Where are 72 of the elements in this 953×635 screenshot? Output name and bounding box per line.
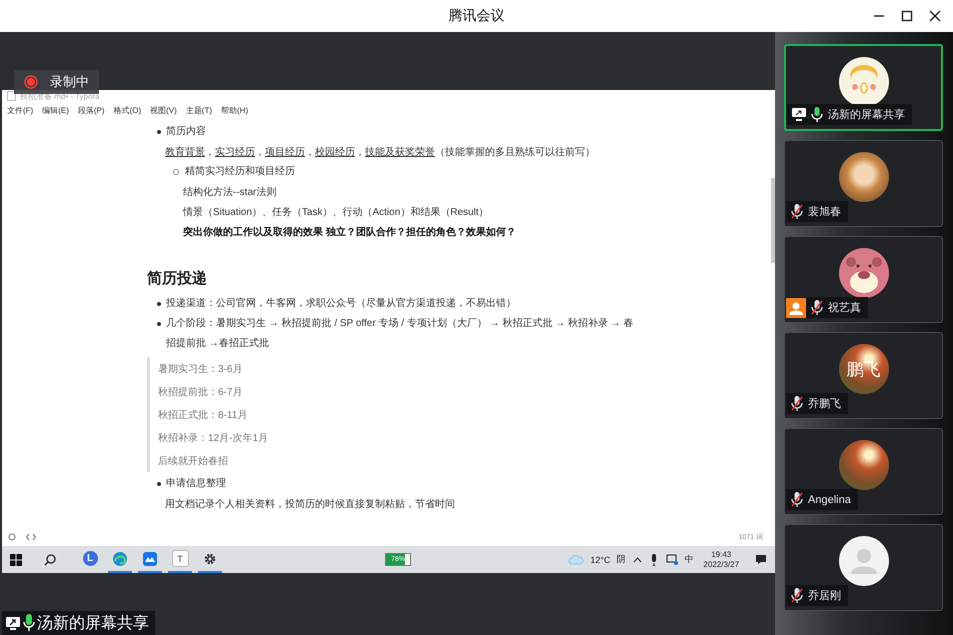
- close-icon[interactable]: [929, 10, 941, 22]
- paragraph-text: 情景（Situation）、任务（Task）、行动（Action）和结果（Result）: [183, 206, 489, 219]
- app-icon: T: [172, 550, 188, 567]
- cloud-icon: [568, 554, 584, 565]
- participant-tile[interactable]: 汤新的屏幕共享: [784, 44, 943, 131]
- list-item-text: 申请信息整理: [166, 476, 226, 491]
- bullet-icon: [157, 482, 161, 486]
- quote-text: 秋招正式批：8-11月: [158, 408, 248, 422]
- menu-item[interactable]: 帮助(H): [221, 104, 248, 116]
- browser-icon: [112, 550, 128, 566]
- list-item-text: 投递渠道：公司官网，牛客网，求职公众号（尽量从官方渠道投递，不易出错）: [166, 296, 516, 311]
- record-icon: [24, 75, 38, 89]
- participant-name: 乔居刚: [808, 589, 841, 603]
- menu-item[interactable]: 段落(P): [78, 104, 105, 116]
- network-icon[interactable]: [666, 554, 678, 565]
- menu-item[interactable]: 视图(V): [150, 104, 177, 116]
- paragraph-text: 突出你做的工作以及取得的效果 独立？团队合作？担任的角色？效果如何？: [183, 225, 516, 239]
- list-item-text: 精简实习经历和项目经历: [185, 164, 295, 179]
- bullet-icon: [157, 302, 161, 306]
- participant-name: 乔鹏飞: [808, 397, 841, 411]
- quote-text: 秋招提前批：6-7月: [158, 386, 242, 398]
- clock-time: 19:43: [711, 550, 732, 560]
- microphone-icon: [23, 614, 35, 632]
- participant-name: 汤新的屏幕共享: [828, 108, 905, 122]
- circle-icon[interactable]: [8, 533, 16, 541]
- participant-tile[interactable]: 乔居刚: [784, 524, 943, 611]
- input-method[interactable]: 中: [684, 553, 694, 566]
- list-item-text: 简历内容: [166, 124, 206, 139]
- bullet-icon: [157, 130, 161, 134]
- menu-item[interactable]: 主题(T): [186, 104, 212, 116]
- quote-text: 秋招补录：12月-次年1月: [158, 432, 268, 444]
- participant-tile[interactable]: 鹏飞 乔鹏飞: [784, 332, 943, 419]
- participant-tile[interactable]: 裴旭春: [784, 140, 943, 227]
- screen-share-icon: [5, 616, 21, 630]
- menu-item[interactable]: 编辑(E): [42, 104, 69, 116]
- participant-name: Angelina: [808, 494, 851, 506]
- window-title: 腾讯会议: [448, 7, 504, 25]
- weather-text: 阴: [616, 553, 626, 566]
- menu-item[interactable]: 格式(O): [114, 104, 142, 116]
- temperature: 12°C: [590, 554, 610, 564]
- chevron-up-icon[interactable]: [633, 556, 642, 562]
- participant-tile[interactable]: Angelina: [784, 428, 943, 515]
- settings-icon: [203, 552, 217, 566]
- participant-tile[interactable]: 祝艺真: [784, 236, 943, 323]
- participant-name: 祝艺真: [828, 301, 861, 315]
- notification-icon[interactable]: [755, 554, 768, 565]
- section-heading: 简历投递: [147, 269, 207, 288]
- clock-date: 2022/3/27: [703, 560, 740, 570]
- code-icon[interactable]: [26, 533, 36, 541]
- scrollbar[interactable]: [771, 178, 775, 263]
- recording-label: 录制中: [50, 73, 89, 91]
- quote-text: 暑期实习生：3-6月: [158, 362, 242, 376]
- taskbar-app[interactable]: T: [168, 546, 192, 573]
- maximize-icon[interactable]: [901, 10, 913, 22]
- paragraph-text: 教育背景，实习经历，项目经历，校园经历，技能及获奖荣誉（技能掌握的多且熟练可以往前写）: [165, 146, 595, 159]
- editor-title: 秋招准备.md• - Typora: [20, 90, 100, 102]
- menu-item[interactable]: 文件(F): [7, 104, 34, 116]
- bullet-icon: [157, 322, 161, 326]
- app-icon: [142, 550, 158, 566]
- paragraph-text: 结构化方法--star法则: [183, 186, 276, 199]
- windows-icon[interactable]: [10, 554, 22, 566]
- taskbar-app[interactable]: L: [78, 546, 102, 573]
- list-item-text: 几个阶段：暑期实习生 → 秋招提前批 / SP offer 专场 / 专项计划（大厂） → 秋招正式批 → 秋招补录 → 春招提前批 →春招正式批: [166, 316, 634, 351]
- participant-name: 裴旭春: [808, 205, 841, 219]
- bullet-icon: [173, 169, 179, 175]
- paragraph-text: 用文档记录个人相关资料，投简历的时候直接复制粘贴，节省时间: [165, 498, 455, 511]
- search-icon[interactable]: [44, 554, 56, 566]
- quote-text: 后续就开始春招: [158, 454, 228, 468]
- sharer-name: 汤新的屏幕共享: [37, 614, 149, 634]
- app-icon: L: [82, 551, 98, 566]
- microphone-icon[interactable]: [650, 554, 658, 566]
- avatar-text: 鹏飞: [846, 358, 880, 380]
